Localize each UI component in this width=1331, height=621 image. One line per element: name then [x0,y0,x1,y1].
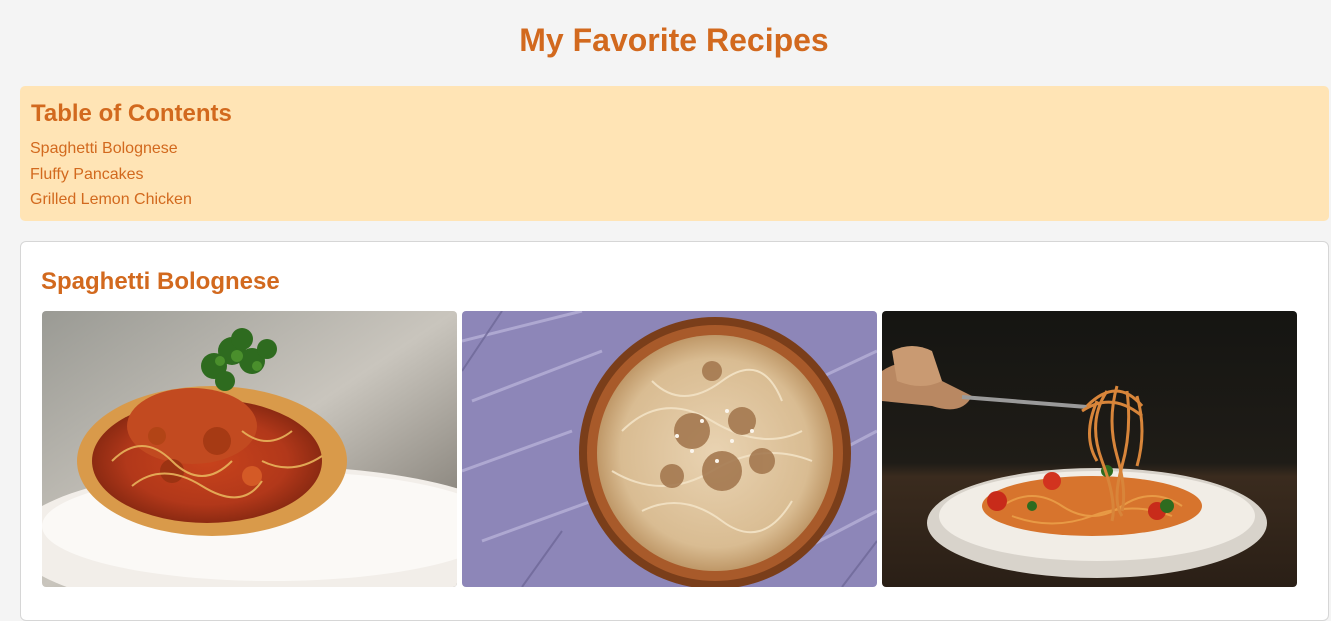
toc-link-fluffy-pancakes[interactable]: Fluffy Pancakes [30,162,1319,188]
spaghetti-bowl-photo [462,311,877,587]
recipe-card-spaghetti-bolognese: Spaghetti Bolognese [20,241,1329,621]
recipe-photo-gallery [42,311,1297,587]
recipe-title: Spaghetti Bolognese [41,268,280,295]
toc-heading: Table of Contents [31,100,232,127]
spaghetti-plate-photo [42,311,457,587]
toc-link-spaghetti-bolognese[interactable]: Spaghetti Bolognese [30,136,1319,162]
spaghetti-fork-photo [882,311,1297,587]
page-title: My Favorite Recipes [519,22,829,58]
table-of-contents: Table of Contents Spaghetti Bolognese Fl… [20,86,1329,221]
toc-link-grilled-lemon-chicken[interactable]: Grilled Lemon Chicken [30,187,1319,213]
